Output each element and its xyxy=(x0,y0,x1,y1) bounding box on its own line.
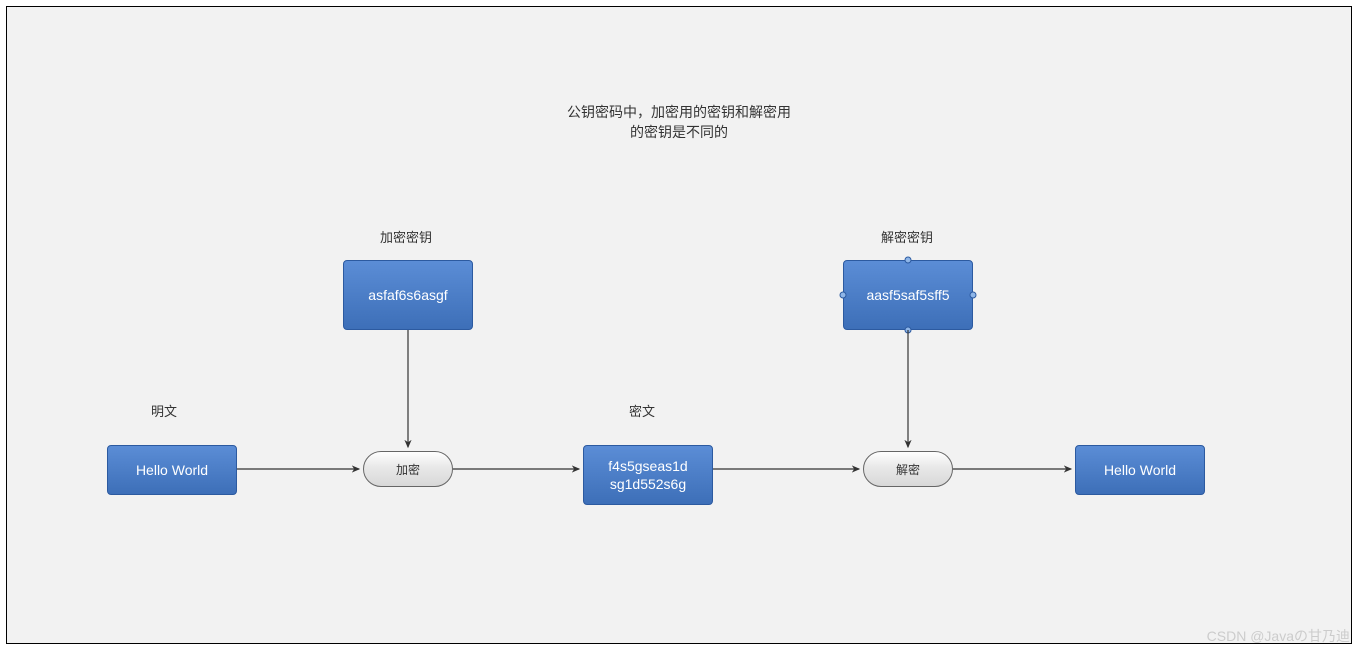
node-encrypt-key-text: asfaf6s6asgf xyxy=(368,286,447,304)
watermark: CSDN @Javaの甘乃迪 xyxy=(1207,626,1350,646)
diagram-title: 公钥密码中，加密用的密钥和解密用 的密钥是不同的 xyxy=(7,103,1351,142)
label-decrypt-key: 解密密钥 xyxy=(881,227,933,246)
diagram-frame: 公钥密码中，加密用的密钥和解密用 的密钥是不同的 明文 密文 加密密钥 解密密钥… xyxy=(6,6,1352,644)
node-encrypt-process-text: 加密 xyxy=(396,461,420,478)
node-ciphertext-text: f4s5gseas1d sg1d552s6g xyxy=(608,457,687,493)
node-encrypt-process[interactable]: 加密 xyxy=(363,451,453,487)
node-ciphertext[interactable]: f4s5gseas1d sg1d552s6g xyxy=(583,445,713,505)
node-plaintext-input-text: Hello World xyxy=(136,461,208,479)
label-encrypt-key: 加密密钥 xyxy=(380,227,432,246)
label-plaintext: 明文 xyxy=(151,401,177,420)
node-decrypt-process[interactable]: 解密 xyxy=(863,451,953,487)
node-decrypt-key[interactable]: aasf5saf5sff5 xyxy=(843,260,973,330)
title-line-2: 的密钥是不同的 xyxy=(630,124,728,140)
node-decrypt-key-text: aasf5saf5sff5 xyxy=(866,286,949,304)
selection-handle-bottom[interactable] xyxy=(905,327,912,334)
node-decrypt-process-text: 解密 xyxy=(896,461,920,478)
label-ciphertext: 密文 xyxy=(629,401,655,420)
node-plaintext-output-text: Hello World xyxy=(1104,461,1176,479)
selection-handle-right[interactable] xyxy=(970,292,977,299)
node-plaintext-output[interactable]: Hello World xyxy=(1075,445,1205,495)
node-plaintext-input[interactable]: Hello World xyxy=(107,445,237,495)
selection-handle-top[interactable] xyxy=(905,257,912,264)
title-line-1: 公钥密码中，加密用的密钥和解密用 xyxy=(567,104,791,120)
node-encrypt-key[interactable]: asfaf6s6asgf xyxy=(343,260,473,330)
selection-handle-left[interactable] xyxy=(840,292,847,299)
